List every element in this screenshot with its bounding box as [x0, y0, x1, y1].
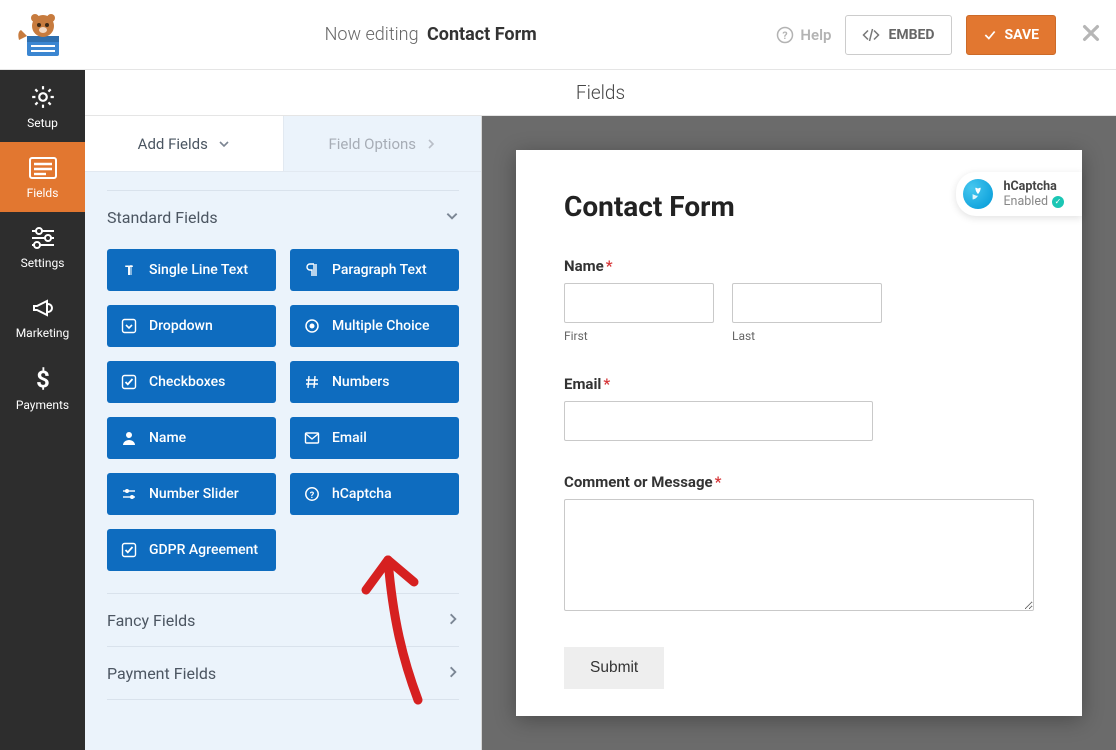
last-name-input[interactable]	[732, 283, 882, 323]
nav-marketing[interactable]: Marketing	[0, 282, 85, 352]
hcaptcha-icon	[963, 179, 993, 209]
group-payment-fields[interactable]: Payment Fields	[107, 647, 459, 699]
sublabel-first: First	[564, 329, 714, 343]
field-label: Numbers	[332, 374, 389, 390]
svg-text:?: ?	[783, 28, 788, 41]
section-title: Fields	[85, 70, 1116, 116]
app-logo	[0, 10, 85, 60]
field-single-line-text[interactable]: T Single Line Text	[107, 249, 276, 291]
sliders-icon	[30, 226, 56, 250]
first-name-input[interactable]	[564, 283, 714, 323]
envelope-icon	[304, 430, 320, 446]
nav-label: Fields	[27, 186, 59, 200]
submit-button[interactable]: Submit	[564, 647, 664, 689]
user-icon	[121, 430, 137, 446]
nav-settings[interactable]: Settings	[0, 212, 85, 282]
field-label: Multiple Choice	[332, 318, 429, 334]
embed-button[interactable]: EMBED	[845, 15, 951, 55]
form-icon	[28, 156, 58, 180]
nav-payments[interactable]: $ Payments	[0, 352, 85, 424]
text-icon: T	[121, 262, 137, 278]
nav-fields[interactable]: Fields	[0, 142, 85, 212]
group-title: Standard Fields	[107, 208, 218, 227]
group-standard-fields[interactable]: Standard Fields	[107, 191, 459, 243]
gear-icon	[30, 84, 56, 110]
field-gdpr-agreement[interactable]: GDPR Agreement	[107, 529, 276, 571]
caret-square-icon	[121, 318, 137, 334]
field-label: GDPR Agreement	[149, 542, 258, 558]
hash-icon	[304, 374, 320, 390]
dollar-icon: $	[33, 366, 53, 392]
field-label: Dropdown	[149, 318, 213, 334]
hcaptcha-badge: hCaptcha Enabled ✓	[956, 172, 1082, 216]
chevron-right-icon	[447, 664, 459, 683]
radio-icon	[304, 318, 320, 334]
tab-label: Add Fields	[138, 135, 208, 153]
shield-icon: ?	[304, 486, 320, 502]
email-input[interactable]	[564, 401, 873, 441]
field-label: Name	[149, 430, 186, 446]
chevron-right-icon	[426, 138, 436, 150]
label-email: Email*	[564, 375, 1034, 393]
close-button[interactable]	[1076, 22, 1106, 48]
badge-title: hCaptcha	[1003, 179, 1064, 194]
field-checkboxes[interactable]: Checkboxes	[107, 361, 276, 403]
check-square-icon	[121, 374, 137, 390]
field-label: Single Line Text	[149, 262, 248, 278]
field-number-slider[interactable]: Number Slider	[107, 473, 276, 515]
code-icon	[862, 28, 880, 42]
editing-header: Now editing Contact Form	[85, 24, 776, 45]
group-title: Fancy Fields	[107, 611, 195, 630]
nav-label: Marketing	[16, 326, 70, 340]
field-label: Email	[332, 430, 367, 446]
sliders-icon	[121, 486, 137, 502]
field-dropdown[interactable]: Dropdown	[107, 305, 276, 347]
svg-text:T: T	[125, 264, 133, 278]
field-label: Checkboxes	[149, 374, 225, 390]
group-title: Payment Fields	[107, 664, 216, 683]
nav-setup[interactable]: Setup	[0, 70, 85, 142]
save-button[interactable]: SAVE	[966, 15, 1057, 55]
label-name: Name*	[564, 257, 1034, 275]
group-fancy-fields[interactable]: Fancy Fields	[107, 594, 459, 646]
tab-label: Field Options	[328, 135, 416, 153]
help-button[interactable]: ? Help	[776, 26, 831, 44]
check-icon	[983, 28, 997, 42]
message-textarea[interactable]	[564, 499, 1034, 611]
required-asterisk: *	[606, 257, 613, 275]
required-asterisk: *	[603, 375, 610, 393]
nav-label: Payments	[16, 398, 69, 412]
badge-status: Enabled	[1003, 194, 1048, 209]
field-paragraph-text[interactable]: Paragraph Text	[290, 249, 459, 291]
field-email[interactable]: Email	[290, 417, 459, 459]
check-square-icon	[121, 542, 137, 558]
chevron-down-icon	[445, 208, 459, 227]
label-comment: Comment or Message*	[564, 473, 1034, 491]
field-numbers[interactable]: Numbers	[290, 361, 459, 403]
bullhorn-icon	[30, 296, 56, 320]
field-label: Paragraph Text	[332, 262, 427, 278]
field-label: hCaptcha	[332, 486, 392, 502]
tab-add-fields[interactable]: Add Fields	[85, 116, 283, 172]
chevron-right-icon	[447, 611, 459, 630]
field-label: Number Slider	[149, 486, 239, 502]
chevron-down-icon	[218, 138, 230, 150]
svg-text:$: $	[36, 366, 50, 392]
nav-label: Setup	[27, 116, 58, 130]
question-circle-icon: ?	[776, 26, 794, 44]
sublabel-last: Last	[732, 329, 882, 343]
required-asterisk: *	[715, 473, 722, 491]
field-hcaptcha[interactable]: ? hCaptcha	[290, 473, 459, 515]
field-name[interactable]: Name	[107, 417, 276, 459]
close-icon	[1080, 22, 1102, 44]
svg-text:?: ?	[310, 491, 315, 501]
tab-field-options[interactable]: Field Options	[284, 116, 482, 172]
paragraph-icon	[304, 262, 320, 278]
check-circle-icon: ✓	[1052, 196, 1064, 208]
field-multiple-choice[interactable]: Multiple Choice	[290, 305, 459, 347]
nav-label: Settings	[21, 256, 65, 270]
form-preview[interactable]: hCaptcha Enabled✓ Contact Form Name* Fir…	[516, 150, 1082, 716]
